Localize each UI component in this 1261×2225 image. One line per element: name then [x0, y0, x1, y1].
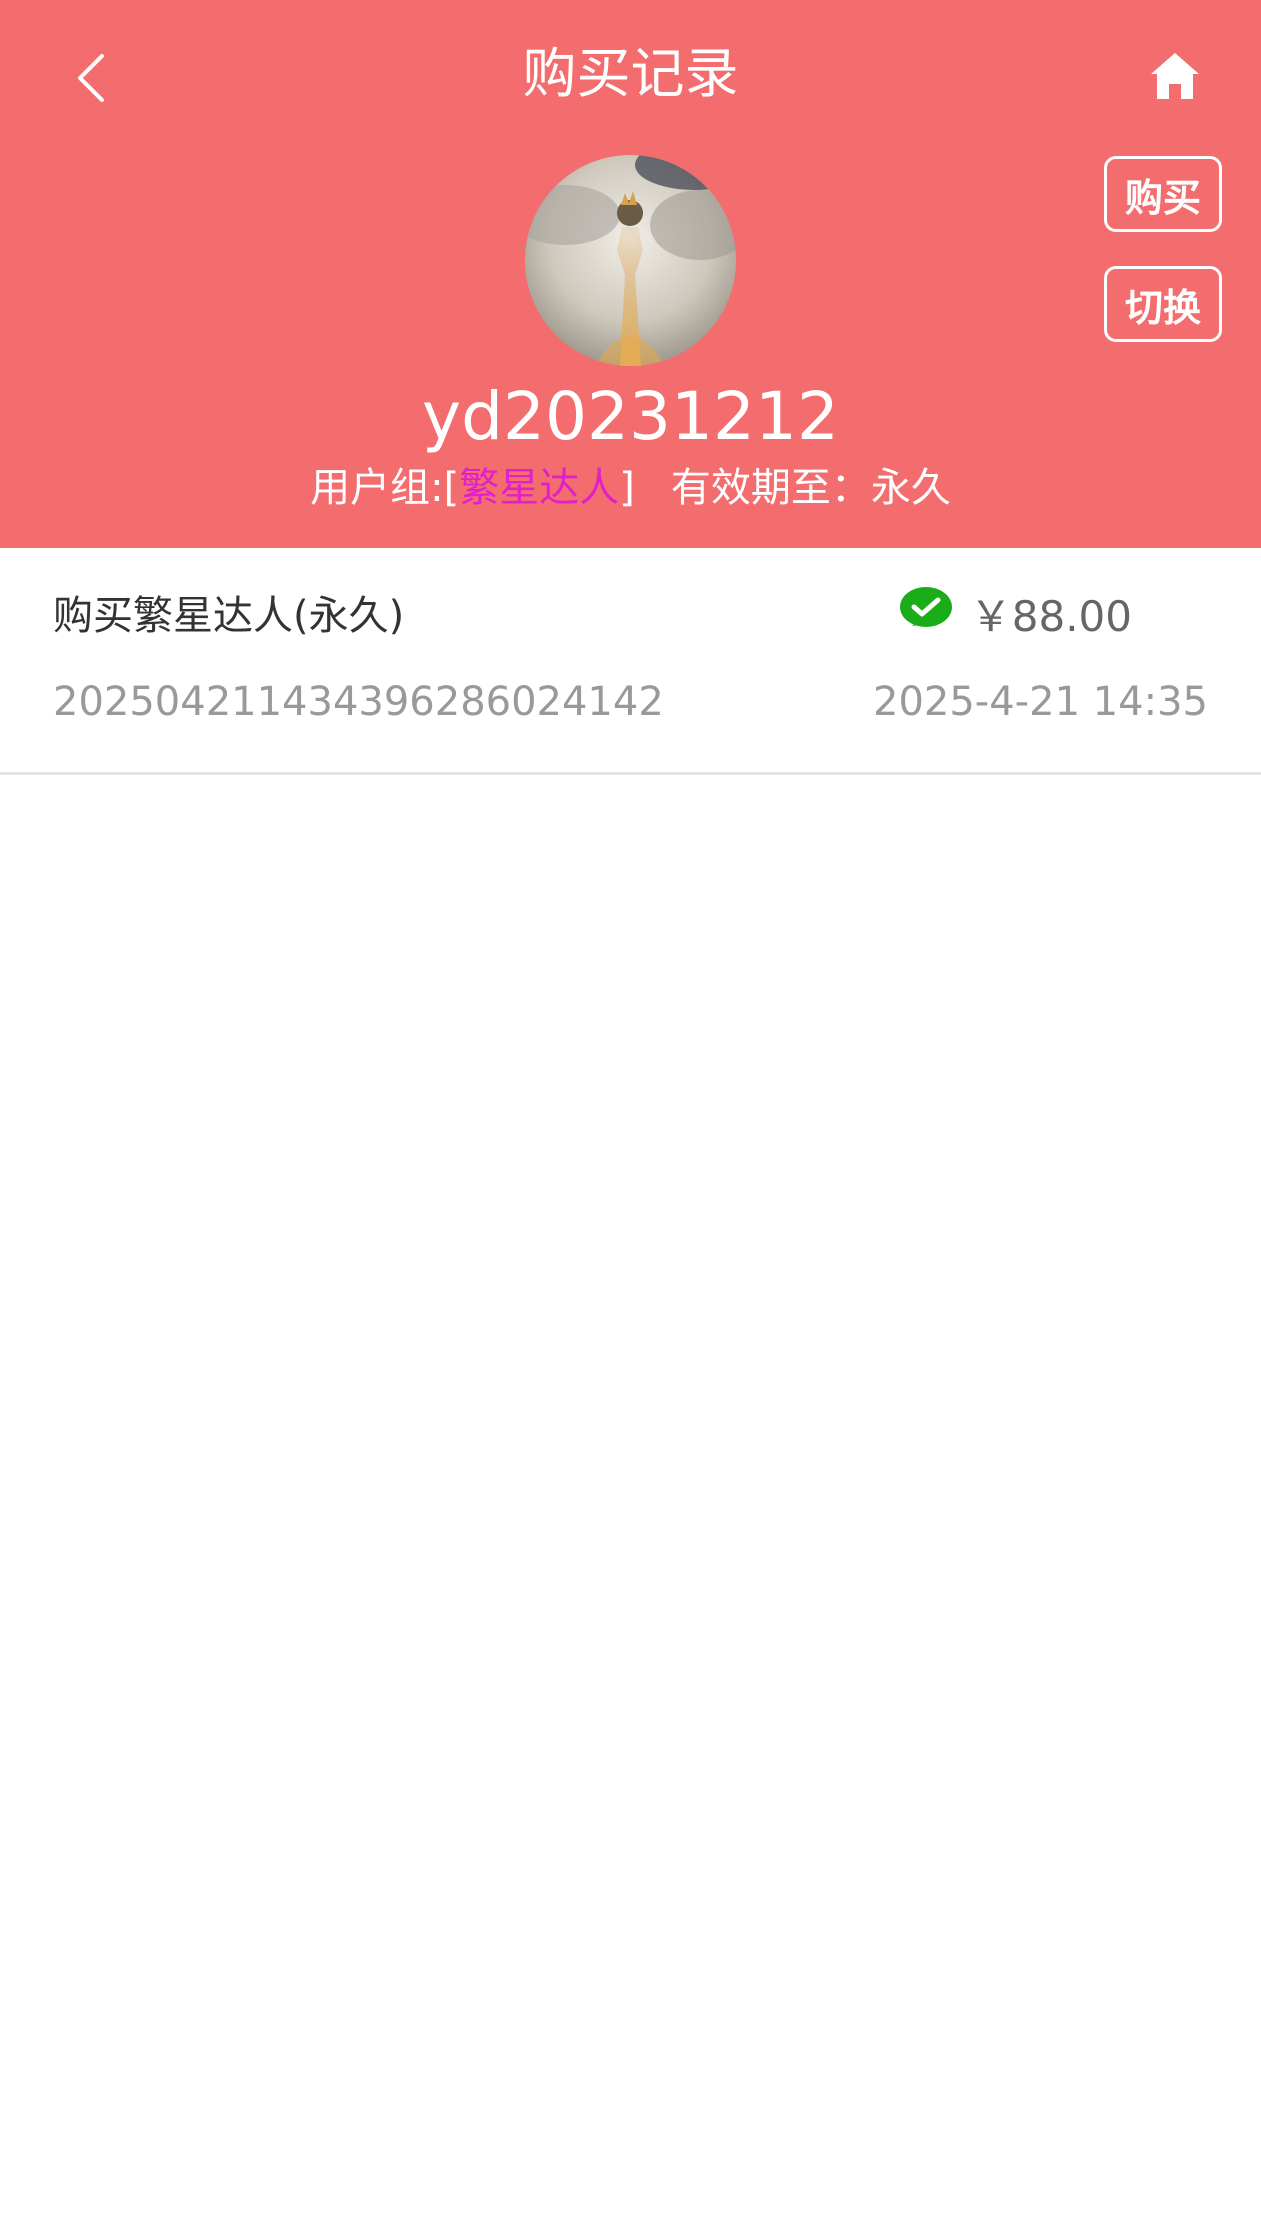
buy-button[interactable]: 购买	[1104, 156, 1222, 232]
header: 购买记录 购买 切换 yd20231212 用户组:[繁星达人] 有效期至：永久	[0, 0, 1261, 548]
usergroup-line: 用户组:[繁星达人] 有效期至：永久	[0, 460, 1261, 516]
home-icon	[1151, 53, 1199, 99]
expiry-label: 有效期至：	[670, 465, 871, 511]
list-item[interactable]: 购买繁星达人(永久) ￥88.00 2025042114343962860241…	[0, 548, 1261, 775]
record-price: ￥88.00	[969, 592, 1132, 641]
usergroup-name: 繁星达人	[459, 465, 620, 511]
page-title: 购买记录	[522, 42, 739, 105]
order-time: 2025-4-21 14:35	[873, 679, 1208, 725]
wechat-pay-icon	[900, 587, 952, 627]
usergroup-bracket-open: [	[443, 465, 460, 511]
username: yd20231212	[422, 378, 839, 455]
usergroup-bracket-close: ]	[619, 465, 635, 511]
home-button[interactable]	[1140, 36, 1210, 116]
order-number: 20250421143439628602414​2	[53, 679, 664, 725]
switch-button[interactable]: 切换	[1104, 266, 1222, 342]
usergroup-label: 用户组:	[310, 465, 444, 511]
expiry-value: 永久	[870, 465, 951, 511]
record-title: 购买繁星达人(永久)	[53, 593, 405, 639]
avatar[interactable]	[525, 155, 736, 366]
